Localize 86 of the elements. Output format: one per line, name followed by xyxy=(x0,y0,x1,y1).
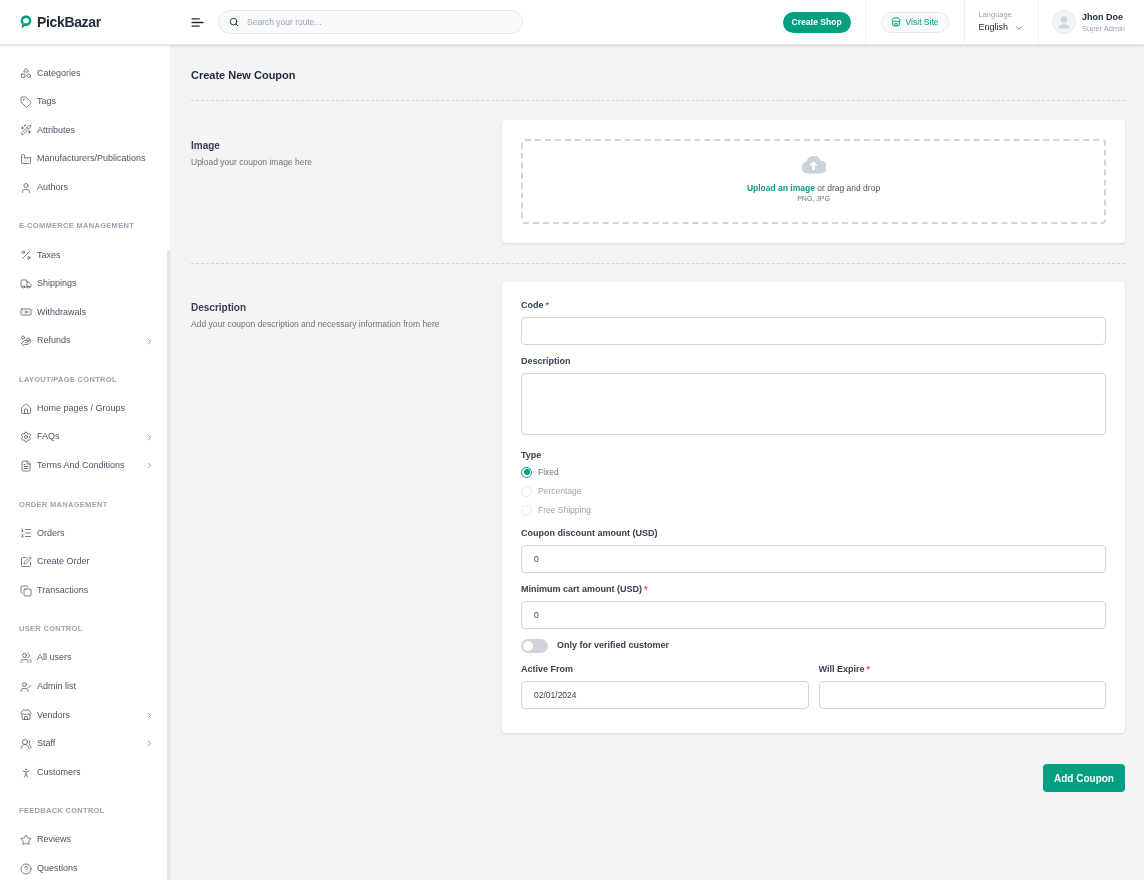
sidebar-item[interactable]: Staff xyxy=(0,729,170,759)
upload-instructions: Upload an image or drag and drop xyxy=(746,181,881,194)
percent-icon xyxy=(20,249,32,262)
field-label: Type xyxy=(521,449,542,461)
sidebar-item[interactable]: Withdrawals xyxy=(0,298,170,327)
store-icon xyxy=(890,17,901,27)
input-field[interactable]: 0 xyxy=(521,545,1106,573)
document-icon xyxy=(20,459,32,472)
logo-icon xyxy=(20,15,32,29)
sidebar-item[interactable]: FAQs xyxy=(0,422,170,452)
truck-icon xyxy=(20,277,32,290)
sidebar-item[interactable]: Refunds xyxy=(0,326,170,356)
sidebar-item[interactable]: All users xyxy=(0,643,170,673)
sidebar-item[interactable]: Authors xyxy=(0,173,170,202)
required-mark: * xyxy=(644,583,648,595)
section-title: Image xyxy=(191,139,221,153)
edit-icon xyxy=(20,556,32,568)
user-name: Jhon Doe xyxy=(1082,10,1125,23)
sidebar-item[interactable]: Shippings xyxy=(0,269,170,299)
input-field[interactable]: 0 xyxy=(521,601,1106,629)
menu-icon[interactable] xyxy=(191,17,204,27)
chevron-right-icon xyxy=(145,739,154,749)
sidebar-item[interactable]: Manufacturers/Publications xyxy=(0,144,170,174)
chevron-right-icon xyxy=(145,432,154,442)
cloud-upload-icon xyxy=(801,153,826,174)
factory-icon xyxy=(20,153,32,166)
chevron-right-icon xyxy=(145,461,154,471)
sidebar-item[interactable]: Vendors xyxy=(0,701,170,730)
input-field[interactable] xyxy=(521,317,1106,345)
chevron-right-icon xyxy=(145,336,154,346)
field-label: Active From xyxy=(521,663,573,675)
sidebar-item[interactable]: Tags xyxy=(0,87,170,117)
search-icon xyxy=(229,17,239,27)
tag-icon xyxy=(20,95,32,108)
sidebar-item[interactable]: Terms And Conditions xyxy=(0,451,170,481)
field-label: Code xyxy=(521,299,544,311)
date-field[interactable]: 02/01/2024 xyxy=(521,681,809,709)
toggle-switch[interactable] xyxy=(521,639,548,653)
sidebar-item[interactable]: Customers xyxy=(0,758,170,787)
house-icon xyxy=(20,402,32,415)
shapes-icon xyxy=(20,67,32,80)
store-icon xyxy=(20,709,32,722)
users-icon xyxy=(20,738,32,750)
section-subtitle: Upload your coupon image here xyxy=(191,156,313,168)
sidebar-item[interactable]: Home pages / Groups xyxy=(0,394,170,423)
numbered-list-icon xyxy=(20,527,32,540)
radio-label: Fixed xyxy=(538,465,559,479)
textarea-field[interactable] xyxy=(521,373,1106,435)
magic-wand-icon xyxy=(20,124,32,137)
person-icon xyxy=(20,766,32,779)
user-check-icon xyxy=(20,680,32,693)
page-title: Create New Coupon xyxy=(191,68,297,83)
language-select[interactable]: English xyxy=(978,21,1025,34)
sidebar-item[interactable]: Orders xyxy=(0,519,170,548)
user-icon xyxy=(20,181,32,194)
avatar-icon[interactable] xyxy=(1052,10,1077,34)
banknote-icon xyxy=(20,306,32,319)
section-subtitle: Add your coupon description and necessary information from here xyxy=(191,318,441,330)
sidebar-item[interactable]: Questions xyxy=(0,854,170,880)
date-field[interactable] xyxy=(818,681,1106,709)
hand-coins-icon xyxy=(20,335,32,348)
sidebar-item[interactable]: Categories xyxy=(0,59,170,88)
help-icon xyxy=(20,862,32,875)
brand-name: PickBazar xyxy=(37,12,101,32)
sidebar-item[interactable]: Reviews xyxy=(0,825,170,855)
users-icon xyxy=(20,652,32,665)
sidebar-item[interactable]: Taxes xyxy=(0,240,170,270)
required-mark: * xyxy=(545,299,549,311)
sidebar-item[interactable]: Transactions xyxy=(0,576,170,605)
required-mark: * xyxy=(866,663,870,675)
toggle-label: Only for verified customer xyxy=(557,639,670,653)
section-title: Description xyxy=(191,301,247,315)
sidebar-item[interactable]: Create Order xyxy=(0,547,170,577)
star-icon xyxy=(20,834,32,847)
field-label: Minimum cart amount (USD) xyxy=(521,583,642,595)
field-label: Will Expire xyxy=(818,663,865,675)
radio-label: Percentage xyxy=(538,484,582,498)
sidebar-item[interactable]: Admin list xyxy=(0,672,170,702)
radio-label: Free Shipping xyxy=(538,503,591,517)
gear-icon xyxy=(20,431,32,444)
chevron-right-icon xyxy=(145,710,154,720)
field-label: Coupon discount amount (USD) xyxy=(521,527,658,539)
radio-button[interactable] xyxy=(521,466,532,478)
field-label: Description xyxy=(521,355,571,367)
sidebar-item[interactable]: Attributes xyxy=(0,116,170,145)
copy-icon xyxy=(20,584,32,597)
